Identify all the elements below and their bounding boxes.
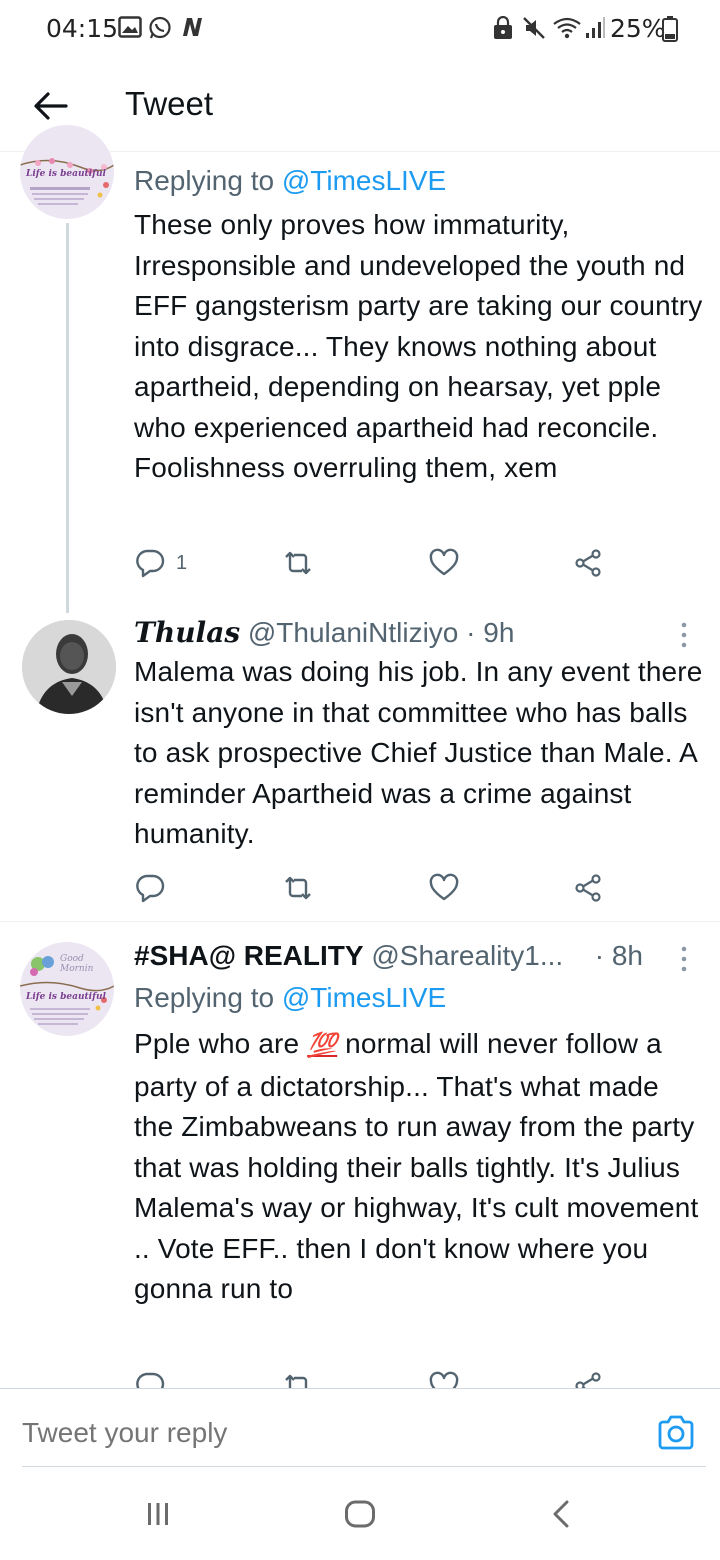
user-handle[interactable]: @ThulaniNtliziyo — [248, 617, 459, 648]
share-button[interactable] — [572, 1366, 604, 1388]
more-options-icon[interactable] — [676, 944, 692, 974]
replying-to-label: Replying to — [134, 165, 275, 196]
wifi-icon — [553, 17, 581, 39]
n-app-icon — [183, 18, 202, 36]
tweet-actions — [0, 868, 720, 912]
display-name[interactable]: Thulas — [134, 616, 240, 649]
tweet-text-start: Pple who are — [134, 1028, 308, 1059]
avatar-caption: Life is beautiful — [26, 992, 106, 1002]
share-icon — [575, 1372, 601, 1388]
avatar[interactable] — [22, 620, 116, 714]
home-icon[interactable] — [344, 1500, 376, 1528]
retweet-button[interactable] — [282, 1366, 314, 1388]
like-button[interactable] — [428, 1366, 460, 1388]
heart-icon — [429, 1371, 459, 1388]
like-button[interactable] — [428, 868, 460, 908]
reply-icon — [136, 549, 165, 578]
share-button[interactable] — [572, 868, 604, 908]
heart-icon — [429, 873, 459, 901]
tweet-text: These only proves how immaturity, Irresp… — [134, 209, 703, 483]
lock-icon — [494, 16, 512, 39]
tweet-text: Pple who are 💯 normal will never follow … — [134, 1024, 704, 1310]
composer-underline — [22, 1466, 706, 1467]
meta-separator: · — [466, 617, 476, 648]
retweet-button[interactable] — [282, 543, 314, 583]
avatar-caption-top: Good Mornin — [60, 954, 94, 974]
retweet-button[interactable] — [282, 868, 314, 908]
back-nav-icon[interactable] — [550, 1500, 572, 1528]
top-app-bar: Tweet — [0, 58, 720, 152]
replying-to: Replying to @TimesLIVE — [134, 165, 446, 197]
tweet-reply-3[interactable]: Good Mornin Life is beautiful #SHA@ REAL… — [0, 922, 720, 1388]
retweet-icon — [285, 1374, 308, 1388]
tweet-text: Malema was doing his job. In any event t… — [134, 656, 703, 849]
battery-percent: 25% — [610, 14, 666, 43]
tweet-time: 8h — [611, 940, 644, 971]
reply-icon — [136, 1372, 165, 1388]
whatsapp-icon — [149, 16, 171, 39]
avatar[interactable]: Life is beautiful — [20, 125, 114, 219]
tweet-actions — [0, 1366, 720, 1388]
heart-icon — [429, 548, 459, 576]
system-navigation-bar — [0, 1468, 720, 1560]
replying-to-label: Replying to — [134, 982, 275, 1013]
tweet-header: #SHA@ REALITY @Shareality1... · 8h — [134, 940, 643, 972]
signal-icon — [586, 17, 605, 38]
retweet-icon — [285, 551, 311, 575]
status-bar: 04:15 25% — [0, 0, 720, 58]
avatar[interactable]: Good Mornin Life is beautiful — [20, 942, 114, 1036]
reply-button[interactable] — [134, 868, 166, 908]
tweet-actions: 1 — [0, 543, 720, 587]
battery-icon — [662, 16, 678, 42]
status-time: 04:15 — [46, 14, 119, 43]
avatar-caption: Life is beautiful — [26, 169, 106, 179]
reply-icon — [136, 874, 165, 903]
mute-icon — [523, 17, 545, 39]
page-title: Tweet — [125, 85, 214, 122]
recent-apps-icon[interactable] — [144, 1500, 172, 1528]
tweet-text-end: normal will never follow a party of a di… — [134, 1028, 699, 1304]
gallery-icon — [118, 16, 142, 38]
retweet-icon — [285, 876, 311, 900]
reply-input[interactable] — [22, 1417, 582, 1449]
tweet-header: Thulas @ThulaniNtliziyo · 9h — [134, 616, 514, 649]
tweet-reply-1[interactable]: Life is beautiful Replying to @TimesLIVE… — [0, 125, 720, 623]
reply-button[interactable]: 1 — [134, 543, 187, 583]
tweet-time: 9h — [483, 617, 515, 648]
like-button[interactable] — [428, 543, 460, 583]
more-options-icon[interactable] — [676, 620, 692, 650]
replying-to-handle[interactable]: @TimesLIVE — [282, 165, 446, 196]
tweet-reply-2[interactable]: Thulas @ThulaniNtliziyo · 9h Malema was … — [0, 612, 720, 922]
user-handle[interactable]: @Shareality1... — [371, 940, 563, 971]
replying-to: Replying to @TimesLIVE — [134, 982, 446, 1014]
camera-icon[interactable] — [656, 1413, 696, 1453]
share-icon — [575, 549, 601, 577]
replying-to-handle[interactable]: @TimesLIVE — [282, 982, 446, 1013]
share-icon — [575, 874, 601, 902]
reply-button[interactable] — [134, 1366, 166, 1388]
share-button[interactable] — [572, 543, 604, 583]
meta-separator: · — [594, 940, 605, 971]
display-name[interactable]: #SHA@ REALITY — [134, 940, 364, 971]
hundred-points-emoji: 💯 — [307, 1032, 338, 1059]
reply-count: 1 — [176, 551, 188, 574]
arrow-left-icon[interactable] — [28, 84, 72, 128]
reply-composer — [0, 1388, 720, 1468]
